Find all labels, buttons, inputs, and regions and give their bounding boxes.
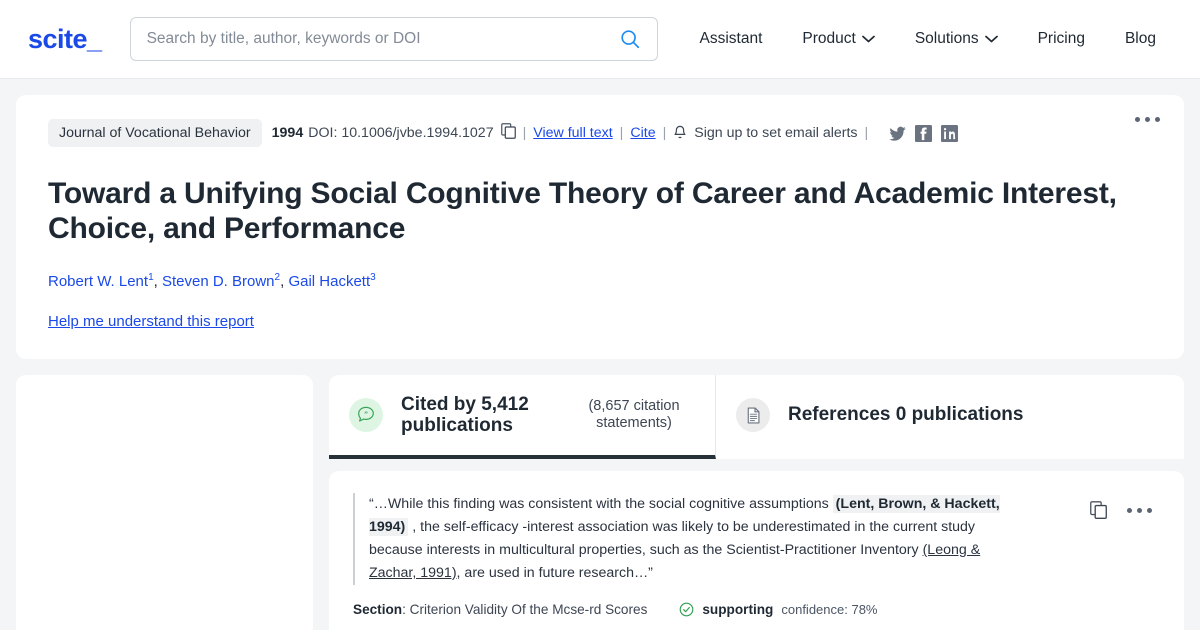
nav-label: Blog xyxy=(1124,30,1156,47)
status-badge-label: supporting xyxy=(702,602,774,617)
nav-label: Product xyxy=(802,30,856,47)
email-alerts-label[interactable]: Sign up to set email alerts xyxy=(694,125,857,141)
content-area: ” Cited by 5,412 publications (8,657 cit… xyxy=(16,375,1184,630)
author-link[interactable]: Robert W. Lent1 xyxy=(48,272,154,290)
search-bar[interactable] xyxy=(129,17,658,61)
citation-item-actions xyxy=(1090,501,1152,519)
nav-item-product[interactable]: Product xyxy=(782,24,894,54)
quote-part-plain: “…While this finding was consistent with… xyxy=(369,496,833,512)
page-title: Toward a Unifying Social Cognitive Theor… xyxy=(48,177,1117,245)
help-understand-report-link[interactable]: Help me understand this report xyxy=(48,313,254,330)
paper-metadata-row: Journal of Vocational Behavior 1994 DOI:… xyxy=(48,119,1152,147)
citation-statement-item: “…While this finding was consistent with… xyxy=(353,493,1160,617)
citation-statements-list: “…While this finding was consistent with… xyxy=(329,471,1184,630)
citation-more-options-icon[interactable] xyxy=(1127,507,1152,513)
paper-header-card: Journal of Vocational Behavior 1994 DOI:… xyxy=(16,95,1184,359)
filters-sidebar xyxy=(16,375,313,630)
doi-text: DOI: 10.1006/jvbe.1994.1027 xyxy=(308,125,494,141)
search-icon xyxy=(620,30,639,49)
status-badge: supporting confidence: 78% xyxy=(679,602,877,617)
author-name: Robert W. Lent xyxy=(48,273,149,290)
author-link[interactable]: Steven D. Brown2 xyxy=(161,272,280,290)
author-affiliation-marker: 3 xyxy=(370,272,376,283)
tab-cited-by-sublabel: (8,657 citation statements) xyxy=(588,398,680,431)
citation-tabs: ” Cited by 5,412 publications (8,657 cit… xyxy=(329,375,1184,459)
site-header: scite_ Assistant Product Solutions Pr xyxy=(0,0,1200,79)
citation-quote: “…While this finding was consistent with… xyxy=(353,493,1013,585)
author-list: Robert W. Lent1, Steven D. Brown2, Gail … xyxy=(48,272,376,290)
paper-more-options-icon[interactable] xyxy=(1135,117,1160,122)
author-name: Steven D. Brown xyxy=(161,273,275,290)
nav-item-pricing[interactable]: Pricing xyxy=(1018,24,1105,54)
svg-text:”: ” xyxy=(364,409,368,418)
search-input[interactable] xyxy=(146,30,617,48)
nav-item-assistant[interactable]: Assistant xyxy=(680,24,783,54)
author-name: Gail Hackett xyxy=(288,273,371,290)
nav-label: Assistant xyxy=(699,30,763,47)
nav-item-blog[interactable]: Blog xyxy=(1105,24,1176,54)
check-circle-icon xyxy=(679,602,694,617)
document-icon xyxy=(736,398,770,432)
tab-cited-by[interactable]: ” Cited by 5,412 publications (8,657 cit… xyxy=(329,375,716,459)
chevron-down-icon xyxy=(984,30,998,48)
confidence-value: confidence: 78% xyxy=(781,602,878,617)
nav-item-solutions[interactable]: Solutions xyxy=(895,24,1018,54)
tab-references-label: References 0 publications xyxy=(788,404,1024,426)
author-link[interactable]: Gail Hackett3 xyxy=(288,272,376,290)
twitter-icon[interactable] xyxy=(889,126,906,141)
page-body: Journal of Vocational Behavior 1994 DOI:… xyxy=(0,79,1200,630)
citation-bubble-icon: ” xyxy=(349,398,383,432)
scite-logo[interactable]: scite_ xyxy=(28,24,102,55)
bell-icon[interactable] xyxy=(673,125,687,141)
section-info: Section: Criterion Validity Of the Mcse-… xyxy=(353,602,647,617)
divider: | xyxy=(522,125,527,141)
social-share-group xyxy=(889,124,959,142)
quote-part-plain: , the self-efficacy -interest associatio… xyxy=(369,519,976,558)
copy-doi-icon[interactable] xyxy=(500,123,516,143)
tab-cited-by-label: Cited by 5,412 publications xyxy=(401,393,529,436)
copy-icon[interactable] xyxy=(1090,501,1107,519)
chevron-down-icon xyxy=(861,30,875,48)
nav-label: Solutions xyxy=(914,30,979,47)
cite-link[interactable]: Cite xyxy=(630,125,655,141)
facebook-icon[interactable] xyxy=(915,124,933,142)
journal-name[interactable]: Journal of Vocational Behavior xyxy=(48,119,262,147)
nav-label: Pricing xyxy=(1037,30,1085,47)
citations-column: ” Cited by 5,412 publications (8,657 cit… xyxy=(329,375,1184,630)
linkedin-icon[interactable] xyxy=(941,124,959,142)
divider: | xyxy=(864,125,869,141)
tab-references[interactable]: References 0 publications xyxy=(716,375,1049,459)
publication-year: 1994 xyxy=(271,125,304,141)
main-nav: Assistant Product Solutions Pricing Blog xyxy=(680,24,1177,54)
view-full-text-link[interactable]: View full text xyxy=(533,125,612,141)
quote-part-plain: , are used in future research…” xyxy=(456,565,653,581)
section-label: Section xyxy=(353,602,403,617)
search-button[interactable] xyxy=(617,26,643,52)
divider: | xyxy=(662,125,667,141)
citation-section-row: Section: Criterion Validity Of the Mcse-… xyxy=(353,602,1070,617)
divider: | xyxy=(619,125,624,141)
section-value: : Criterion Validity Of the Mcse-rd Scor… xyxy=(402,602,648,617)
